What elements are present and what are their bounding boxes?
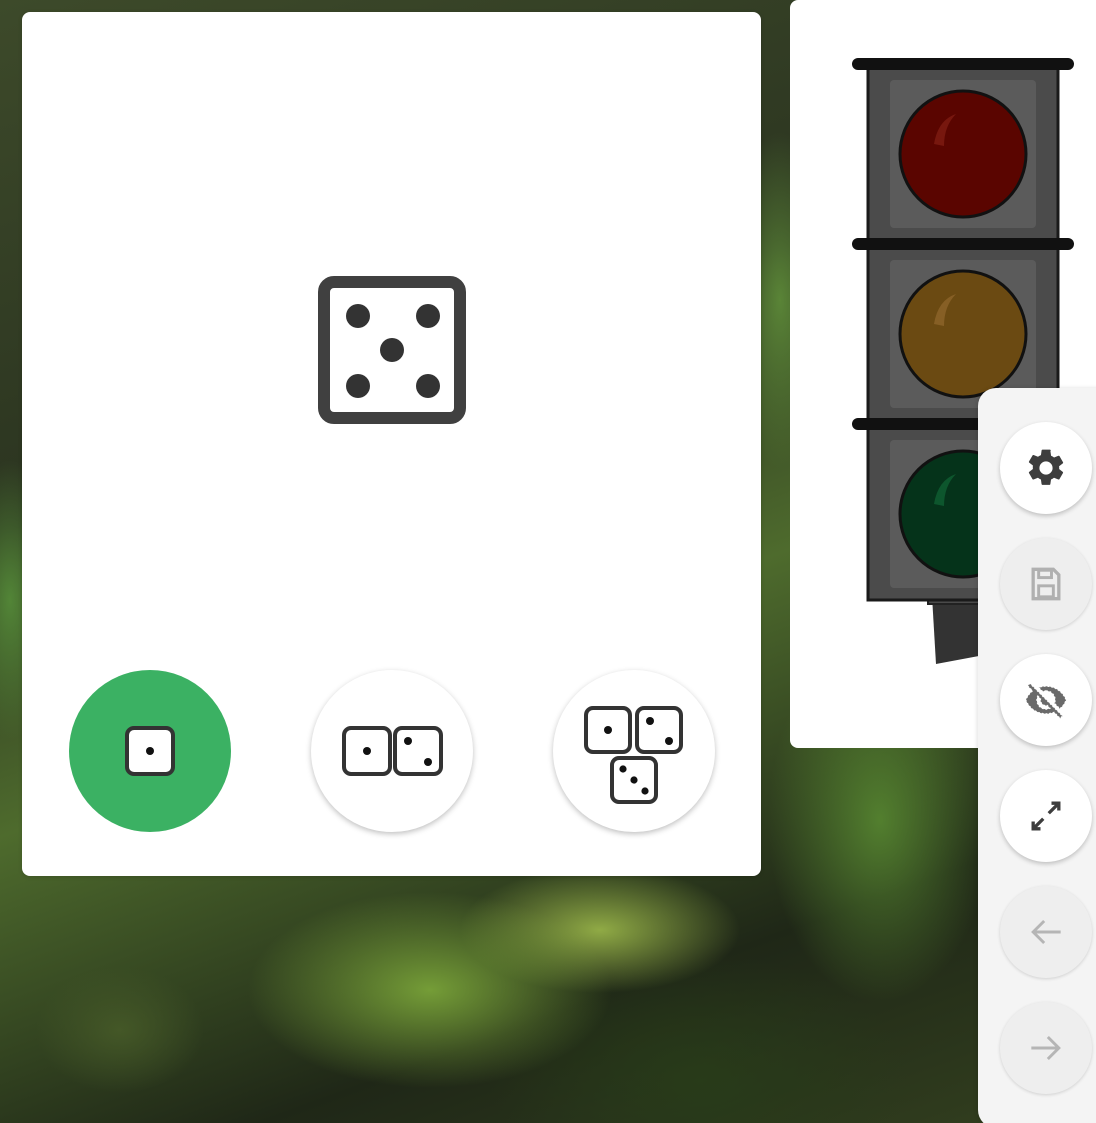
arrow-right-icon: [1031, 1035, 1061, 1061]
two-dice-button[interactable]: [311, 670, 473, 832]
forward-button[interactable]: [1000, 1002, 1092, 1094]
arrow-left-icon: [1031, 919, 1061, 945]
three-dice-button[interactable]: [553, 670, 715, 832]
visibility-off-icon: [1025, 682, 1067, 720]
desktop-background: [0, 0, 1096, 1123]
die-face-five[interactable]: [316, 274, 468, 426]
three-dice-icon: [584, 706, 683, 804]
one-die-button[interactable]: [69, 670, 231, 832]
dice-widget: [22, 12, 761, 876]
red-light[interactable]: [898, 89, 1028, 219]
single-die-icon: [125, 726, 175, 776]
expand-icon: [1031, 801, 1061, 831]
amber-light[interactable]: [898, 269, 1028, 399]
two-dice-icon: [342, 726, 443, 776]
visibility-toggle-button[interactable]: [1000, 654, 1092, 746]
settings-button[interactable]: [1000, 422, 1092, 514]
save-icon: [1031, 567, 1061, 601]
back-button[interactable]: [1000, 886, 1092, 978]
save-button[interactable]: [1000, 538, 1092, 630]
gear-icon: [1028, 449, 1064, 485]
side-toolbar: [978, 388, 1096, 1123]
fullscreen-button[interactable]: [1000, 770, 1092, 862]
